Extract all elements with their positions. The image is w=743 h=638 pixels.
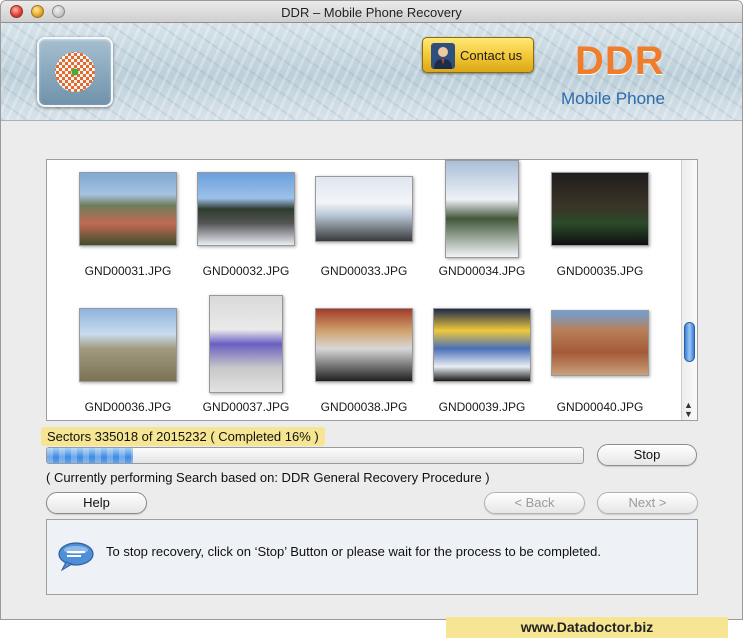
thumbnail-image[interactable] bbox=[445, 160, 519, 258]
recovered-files-gallery[interactable]: ▲ ▼ GND00031.JPG GND00032.JPG GND00033.JPG… bbox=[46, 159, 698, 421]
file-name-label: GND00032.JPG bbox=[202, 264, 290, 278]
recovery-progress-bar bbox=[46, 447, 584, 464]
app-logo bbox=[37, 37, 113, 107]
thumbnail-image[interactable] bbox=[79, 308, 177, 382]
thumbnail-image[interactable] bbox=[197, 172, 295, 246]
thumbnail-image[interactable] bbox=[315, 176, 413, 242]
file-name-label: GND00037.JPG bbox=[202, 400, 290, 414]
scroll-down-arrow-icon[interactable]: ▼ bbox=[684, 409, 693, 419]
brand-title: DDR bbox=[575, 39, 665, 83]
thumbnail-image[interactable] bbox=[551, 172, 649, 246]
speech-bubble-icon bbox=[58, 542, 94, 571]
file-name-label: GND00038.JPG bbox=[320, 400, 408, 414]
current-procedure-status: ( Currently performing Search based on: … bbox=[46, 470, 490, 485]
file-name-label: GND00039.JPG bbox=[438, 400, 526, 414]
gallery-scrollbar[interactable]: ▲ ▼ bbox=[681, 160, 697, 420]
file-name-label: GND00036.JPG bbox=[84, 400, 172, 414]
thumbnail-image[interactable] bbox=[551, 310, 649, 376]
title-bar[interactable]: DDR – Mobile Phone Recovery bbox=[1, 1, 742, 23]
person-icon bbox=[431, 43, 455, 69]
window-title: DDR – Mobile Phone Recovery bbox=[281, 5, 462, 20]
thumbnail-image[interactable] bbox=[209, 295, 283, 393]
next-button[interactable]: Next > bbox=[597, 492, 698, 514]
sectors-progress-text: Sectors 335018 of 2015232 ( Completed 16… bbox=[41, 427, 325, 446]
back-button[interactable]: < Back bbox=[484, 492, 585, 514]
help-button[interactable]: Help bbox=[46, 492, 147, 514]
contact-us-label: Contact us bbox=[460, 48, 523, 63]
app-window: DDR – Mobile Phone Recovery Contact us D… bbox=[0, 0, 743, 620]
scrollbar-thumb[interactable] bbox=[684, 322, 695, 362]
file-name-label: GND00034.JPG bbox=[438, 264, 526, 278]
header-banner: Contact us DDR Mobile Phone bbox=[1, 23, 742, 121]
info-message-panel: To stop recovery, click on ‘Stop’ Button… bbox=[46, 519, 698, 595]
checkered-flower-logo-icon bbox=[55, 52, 95, 92]
file-name-label: GND00040.JPG bbox=[556, 400, 644, 414]
progress-fill bbox=[47, 448, 133, 463]
file-name-label: GND00033.JPG bbox=[320, 264, 408, 278]
website-footer[interactable]: www.Datadoctor.biz bbox=[446, 617, 728, 638]
contact-us-button[interactable]: Contact us bbox=[422, 37, 534, 73]
file-name-label: GND00035.JPG bbox=[556, 264, 644, 278]
stop-button[interactable]: Stop bbox=[597, 444, 697, 466]
thumbnail-image[interactable] bbox=[79, 172, 177, 246]
file-name-label: GND00031.JPG bbox=[84, 264, 172, 278]
thumbnail-image[interactable] bbox=[315, 308, 413, 382]
brand-subtitle: Mobile Phone bbox=[561, 89, 665, 108]
thumbnail-image[interactable] bbox=[433, 308, 531, 382]
info-message-text: To stop recovery, click on ‘Stop’ Button… bbox=[106, 544, 601, 559]
